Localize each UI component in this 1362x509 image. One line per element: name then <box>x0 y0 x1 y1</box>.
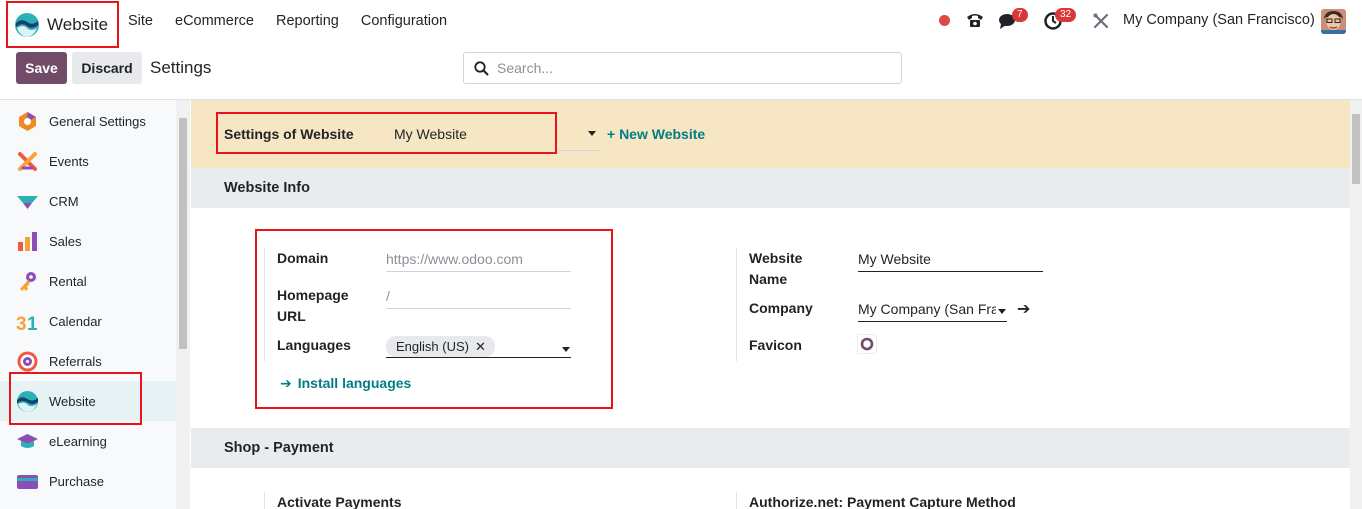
activities-badge: 32 <box>1055 8 1077 22</box>
search-bar[interactable] <box>463 52 902 84</box>
section-title-website-info: Website Info <box>224 180 310 196</box>
homepage-url-underline <box>386 308 571 309</box>
svg-text:1: 1 <box>27 314 38 333</box>
menu-configuration[interactable]: Configuration <box>361 13 447 29</box>
discard-button[interactable]: Discard <box>72 52 142 84</box>
remove-tag-icon[interactable]: ✕ <box>475 339 486 355</box>
search-icon <box>474 60 489 75</box>
phone-icon[interactable] <box>965 11 985 29</box>
company-dropdown-caret-icon[interactable] <box>998 309 1006 314</box>
company-label: Company <box>749 300 813 316</box>
domain-input-underline <box>386 271 571 272</box>
favicon-image[interactable] <box>858 335 876 353</box>
install-languages-label: Install languages <box>297 375 412 391</box>
right-setting-divider <box>736 248 737 361</box>
favicon-label: Favicon <box>749 337 802 353</box>
website-selector-underline <box>557 150 599 151</box>
sidebar-item-elearning[interactable]: eLearning <box>0 421 176 461</box>
general-settings-icon <box>19 111 36 131</box>
sales-icon <box>18 231 37 251</box>
crm-icon <box>17 195 38 209</box>
languages-input-underline <box>386 357 571 358</box>
sidebar-item-crm[interactable]: CRM <box>0 181 176 221</box>
company-switcher[interactable]: My Company (San Francisco) <box>1123 12 1315 28</box>
sidebar-item-events[interactable]: Events <box>0 141 176 181</box>
arrow-right-icon: ➔ <box>280 375 292 391</box>
sidebar-item-label: Referrals <box>49 353 102 369</box>
section-header-shop-payment <box>191 428 1350 468</box>
internal-link-arrow-icon[interactable]: ➔ <box>1017 299 1030 319</box>
svg-text:3: 3 <box>16 314 27 333</box>
domain-input[interactable]: https://www.odoo.com <box>386 251 523 267</box>
app-brand-website[interactable]: Website <box>6 1 119 48</box>
website-name-input[interactable]: My Website <box>858 251 931 267</box>
user-avatar[interactable] <box>1321 9 1346 34</box>
messages-badge: 7 <box>1012 8 1028 22</box>
sidebar-item-label: CRM <box>49 193 79 209</box>
main-menu: Site eCommerce Reporting Configuration <box>128 0 469 42</box>
language-tag: English (US) ✕ <box>386 336 495 357</box>
left-setting-divider <box>264 248 265 361</box>
top-navbar: Website Site eCommerce Reporting Configu… <box>0 0 1362 48</box>
events-icon <box>18 151 37 171</box>
sidebar-item-purchase[interactable]: Purchase <box>0 461 176 501</box>
highlight-box-website <box>9 372 142 425</box>
website-selector-label: Settings of Website <box>224 126 354 142</box>
language-tag-label: English (US) <box>396 339 469 354</box>
sidebar-item-label: eLearning <box>49 433 107 449</box>
payment-left-divider <box>264 492 265 509</box>
recording-dot-icon[interactable] <box>939 15 950 26</box>
website-name-label: Website Name <box>749 250 803 287</box>
sidebar-item-calendar[interactable]: 3 1 Calendar <box>0 301 176 341</box>
sidebar-item-general-settings[interactable]: General Settings <box>0 101 176 141</box>
elearning-icon <box>17 433 38 448</box>
section-header-website-info <box>191 168 1350 208</box>
referrals-icon <box>17 351 38 371</box>
activate-payments-label: Activate Payments <box>277 494 402 509</box>
section-title-shop-payment: Shop - Payment <box>224 440 334 456</box>
sidebar-item-label: Purchase <box>49 473 104 489</box>
website-selector-value[interactable]: My Website <box>394 126 467 142</box>
menu-ecommerce[interactable]: eCommerce <box>175 13 254 29</box>
website-selector-caret-icon[interactable] <box>588 131 596 136</box>
menu-reporting[interactable]: Reporting <box>276 13 339 29</box>
languages-label: Languages <box>277 337 351 353</box>
save-button[interactable]: Save <box>16 52 67 84</box>
sidebar-item-sales[interactable]: Sales <box>0 221 176 261</box>
company-select[interactable]: My Company (San Fran <box>858 301 996 317</box>
rental-icon <box>20 271 36 291</box>
user-avatar-icon <box>1321 9 1346 34</box>
odoo-favicon-icon <box>860 337 874 351</box>
homepage-url-label: Homepage URL <box>277 287 349 324</box>
sidebar-item-label: Calendar <box>49 313 102 329</box>
payment-right-divider <box>736 492 737 509</box>
sidebar-item-label: Events <box>49 153 89 169</box>
main-scrollbar-thumb[interactable] <box>1352 114 1360 184</box>
sidebar-item-rental[interactable]: Rental <box>0 261 176 301</box>
sidebar-scrollbar-thumb[interactable] <box>179 118 187 349</box>
tools-icon[interactable] <box>1092 12 1110 30</box>
sidebar-item-label: General Settings <box>49 113 146 129</box>
authorize-capture-label: Authorize.net: Payment Capture Method <box>749 494 1016 509</box>
search-input[interactable] <box>497 60 877 76</box>
install-languages-link[interactable]: ➔ Install languages <box>280 375 411 392</box>
menu-site[interactable]: Site <box>128 13 153 29</box>
purchase-icon <box>17 474 38 489</box>
sidebar-item-label: Rental <box>49 273 87 289</box>
new-website-link[interactable]: + New Website <box>607 126 705 142</box>
sidebar-item-label: Sales <box>49 233 82 249</box>
languages-dropdown-caret-icon[interactable] <box>562 347 570 352</box>
homepage-url-input[interactable]: / <box>386 288 390 304</box>
app-name: Website <box>47 14 109 34</box>
website-name-underline <box>858 271 1043 272</box>
domain-label: Domain <box>277 250 329 266</box>
company-select-underline <box>858 321 1007 322</box>
website-app-icon <box>15 12 39 37</box>
calendar-icon: 3 1 <box>16 314 38 333</box>
page-title: Settings <box>150 58 212 77</box>
